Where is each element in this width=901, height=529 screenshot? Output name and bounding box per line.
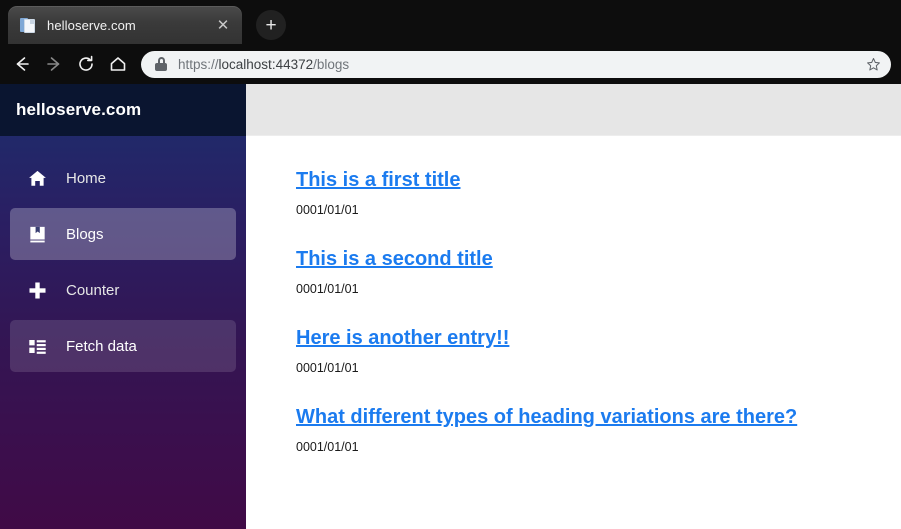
sidebar-item-home[interactable]: Home: [10, 152, 236, 204]
blog-title-link[interactable]: What different types of heading variatio…: [296, 405, 901, 429]
plus-icon: [26, 279, 48, 301]
brand-title: helloserve.com: [16, 100, 142, 119]
sidebar: helloserve.com Home Blogs Counter Fetch …: [0, 84, 246, 529]
list-item: This is a second title 0001/01/01: [296, 247, 901, 297]
sidebar-item-fetch-data[interactable]: Fetch data: [10, 320, 236, 372]
tab-strip: helloserve.com ✕ +: [0, 0, 901, 44]
content-topbar: [246, 84, 901, 136]
browser-tab-helloserve[interactable]: helloserve.com ✕: [8, 6, 242, 44]
browser-chrome: helloserve.com ✕ + https://localhost:443…: [0, 0, 901, 84]
star-outline-icon[interactable]: [861, 52, 885, 76]
home-icon: [26, 167, 48, 189]
list-item: Here is another entry!! 0001/01/01: [296, 326, 901, 376]
sidebar-item-label: Fetch data: [66, 337, 137, 355]
lock-icon: [155, 57, 167, 71]
url-host: localhost:44372: [218, 56, 314, 72]
blog-title-link[interactable]: This is a second title: [296, 247, 901, 271]
address-bar[interactable]: https://localhost:44372/blogs: [141, 50, 891, 78]
main-column: This is a first title 0001/01/01 This is…: [246, 84, 901, 529]
arrow-right-icon[interactable]: [38, 48, 70, 80]
list-grid-icon: [26, 335, 48, 357]
sidebar-item-counter[interactable]: Counter: [10, 264, 236, 316]
blog-date: 0001/01/01: [296, 203, 359, 217]
arrow-left-icon[interactable]: [6, 48, 38, 80]
reload-icon[interactable]: [70, 48, 102, 80]
sidebar-brand[interactable]: helloserve.com: [0, 84, 246, 136]
new-tab-button[interactable]: +: [256, 10, 286, 40]
book-icon: [26, 223, 48, 245]
url-path: /blogs: [313, 56, 350, 72]
close-icon[interactable]: ✕: [214, 16, 232, 34]
sidebar-item-blogs[interactable]: Blogs: [10, 208, 236, 260]
blog-date: 0001/01/01: [296, 361, 359, 375]
url-scheme: https://: [178, 56, 219, 72]
blog-date: 0001/01/01: [296, 282, 359, 296]
blog-date: 0001/01/01: [296, 440, 359, 454]
sidebar-item-label: Counter: [66, 281, 120, 299]
browser-toolbar: https://localhost:44372/blogs: [0, 44, 901, 84]
list-item: What different types of heading variatio…: [296, 405, 901, 455]
sidebar-nav: Home Blogs Counter Fetch data: [0, 136, 246, 372]
blog-title-link[interactable]: This is a first title: [296, 168, 901, 192]
blog-title-link[interactable]: Here is another entry!!: [296, 326, 901, 350]
home-icon[interactable]: [102, 48, 134, 80]
tab-title: helloserve.com: [47, 17, 136, 33]
sidebar-item-label: Blogs: [66, 225, 104, 243]
document-icon: [20, 17, 37, 34]
url-text: https://localhost:44372/blogs: [178, 57, 861, 72]
sidebar-item-label: Home: [66, 169, 107, 187]
page-viewport: helloserve.com Home Blogs Counter Fetch …: [0, 84, 901, 529]
list-item: This is a first title 0001/01/01: [296, 168, 901, 218]
blog-list: This is a first title 0001/01/01 This is…: [246, 136, 901, 529]
